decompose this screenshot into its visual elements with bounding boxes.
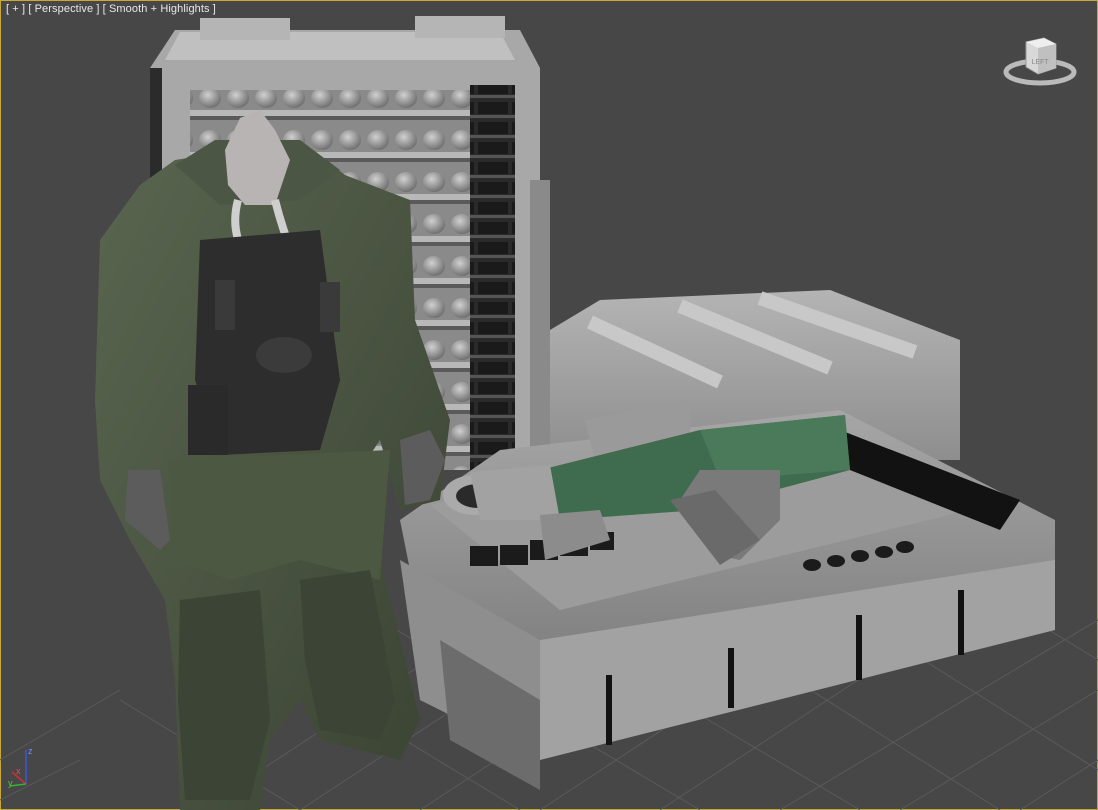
soldier-character [95,110,450,810]
scene-render[interactable] [0,0,1098,810]
viewport-point-of-view-label[interactable]: [ Perspective ] [28,3,99,15]
axis-tripod-icon: z x y [8,746,33,788]
axis-y-label: y [8,778,13,788]
viewcube-icon[interactable]: LEFT [1002,34,1078,88]
axis-x-label: x [16,766,21,776]
viewport-menu-plus[interactable]: [ + ] [6,3,25,15]
perspective-viewport[interactable]: [ + ] [ Perspective ] [ Smooth + Highlig… [0,0,1098,810]
viewport-shading-label[interactable]: [ Smooth + Highlights ] [103,3,216,15]
axis-z-label: z [28,746,33,756]
viewport-label[interactable]: [ + ] [ Perspective ] [ Smooth + Highlig… [6,3,216,15]
viewcube-face-label: LEFT [1031,59,1049,66]
